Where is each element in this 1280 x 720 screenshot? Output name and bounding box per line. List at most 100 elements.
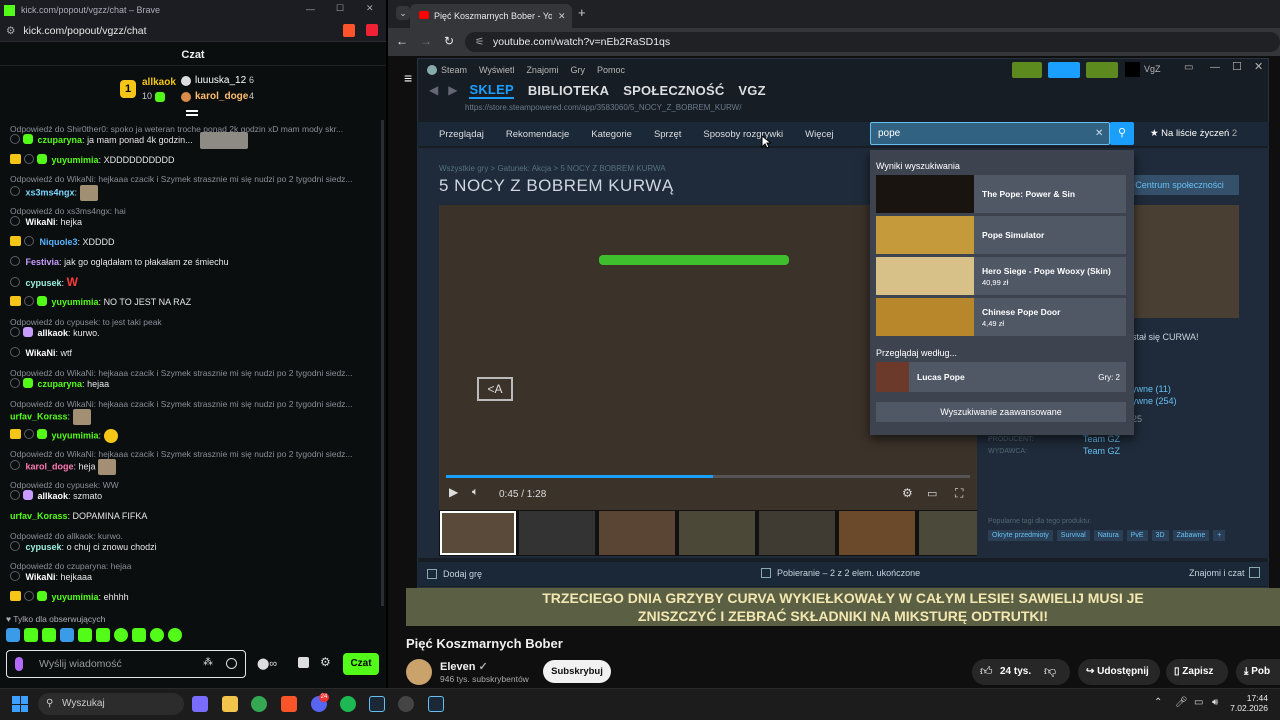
share-button[interactable]: ↪ Udostępnij (1078, 659, 1160, 685)
menu-steam[interactable]: Steam (441, 65, 467, 75)
steam-forward-icon[interactable]: ▶ (448, 83, 457, 97)
video-progress[interactable] (446, 475, 970, 478)
chat-username[interactable]: allkaok (38, 328, 69, 338)
thumbnail[interactable] (519, 511, 595, 555)
downloads-status[interactable]: Pobieranie – 2 z 2 elem. ukończone (777, 568, 920, 578)
thumbnail[interactable] (839, 511, 915, 555)
mic-icon[interactable] (15, 657, 23, 671)
leader-name-2[interactable]: luuuska_12 (195, 75, 246, 86)
emote-icon[interactable] (42, 628, 56, 642)
emote-icon[interactable] (168, 628, 182, 642)
channel-name[interactable]: Eleven ✓ (440, 660, 488, 673)
chat-username[interactable]: WikaNi (26, 348, 56, 358)
chat-username[interactable]: allkaok (38, 491, 69, 501)
emote-icon[interactable] (60, 628, 74, 642)
chat-send-button[interactable]: Czat (343, 653, 379, 675)
kick-address-bar[interactable]: ⚙ kick.com/popout/vgzz/chat (0, 20, 386, 42)
subscribe-button[interactable]: Subskrybuj (543, 660, 611, 683)
menu-friends[interactable]: Znajomi (526, 65, 558, 75)
tray-chevron-icon[interactable]: ⌃ (1154, 697, 1162, 708)
chat-input[interactable]: Wyślij wiadomość ⁂ (6, 650, 246, 678)
add-game-button[interactable]: Dodaj grę (443, 569, 482, 579)
menu-help[interactable]: Pomoc (597, 65, 625, 75)
emote-icon[interactable] (150, 628, 164, 642)
nav-categories[interactable]: Kategorie (591, 129, 632, 140)
chat-username[interactable]: karol_doge (26, 461, 74, 471)
obs-icon[interactable] (398, 696, 414, 712)
emote-icon[interactable] (132, 628, 146, 642)
collapse-icon[interactable] (186, 110, 198, 116)
store-search-input[interactable]: pope ✕ (870, 122, 1110, 145)
tab-library[interactable]: BIBLIOTEKA (528, 83, 609, 98)
add-game-icon[interactable] (427, 569, 437, 579)
menu-view[interactable]: Wyświetl (479, 65, 514, 75)
chat-scrollbar[interactable] (381, 120, 384, 606)
volume-icon[interactable]: 🔊︎ (1212, 697, 1218, 708)
clear-search-icon[interactable]: ✕ (1095, 123, 1103, 144)
browser-tab-youtube[interactable]: Pięć Koszmarnych Bober - YouTube ✕ (410, 4, 572, 28)
volume-icon[interactable]: 🔈︎ (472, 486, 479, 499)
chat-username[interactable]: yuyumimia (52, 592, 99, 602)
emote-icon[interactable] (6, 628, 20, 642)
chat-username[interactable]: urfav_Korass (10, 511, 68, 521)
spotify-icon[interactable] (340, 696, 356, 712)
nav-ways-to-play[interactable]: Sposoby rozgrywki (703, 129, 783, 140)
thumbnail[interactable] (919, 511, 977, 555)
dislike-icon[interactable]: 👎︎ (1044, 664, 1056, 679)
emote-icon[interactable] (78, 628, 92, 642)
chat-username[interactable]: yuyumimia (52, 155, 99, 165)
taskbar-search[interactable]: ⚲ Wyszukaj (38, 693, 184, 715)
avatar[interactable] (1125, 62, 1140, 77)
friends-chat-button[interactable]: Znajomi i czat (1189, 568, 1245, 578)
tag[interactable]: Okryte przedmioty (988, 530, 1053, 541)
nav-recommendations[interactable]: Rekomendacje (506, 129, 569, 140)
emote-icon[interactable] (114, 628, 128, 642)
search-result[interactable]: The Pope: Power & Sin (876, 175, 1126, 213)
tab-close-icon[interactable]: ✕ (558, 11, 566, 22)
site-info-icon[interactable]: ⚟ (475, 32, 484, 52)
save-button[interactable]: ▯ Zapisz (1166, 659, 1228, 685)
wishlist-link[interactable]: ★ Na liście życzeń 2 (1150, 128, 1237, 139)
close-icon[interactable]: ✕ (366, 3, 374, 14)
tag[interactable]: Survival (1056, 530, 1090, 541)
leader-name-1[interactable]: allkaok (142, 77, 176, 88)
steam-maximize-icon[interactable]: ☐ (1232, 60, 1242, 73)
like-icon[interactable]: 👍︎ (980, 664, 993, 679)
publisher-link[interactable]: Team GZ (1083, 446, 1120, 456)
emoji-icon[interactable] (226, 658, 237, 669)
recent-reviews[interactable]: ywne (11) (1132, 384, 1171, 394)
minimize-icon[interactable]: — (306, 4, 315, 14)
nav-hardware[interactable]: Sprzęt (654, 129, 681, 140)
thumbnail[interactable] (440, 511, 516, 555)
steam-close-icon[interactable]: ✕ (1254, 60, 1263, 73)
video-settings-icon[interactable]: ⚙ (902, 486, 913, 500)
leader-name-3[interactable]: karol_doge (195, 91, 248, 102)
chat-username[interactable]: WikaNi (26, 217, 56, 227)
chat-username[interactable]: xs3ms4ngx (26, 187, 75, 197)
thumbnail[interactable] (759, 511, 835, 555)
channel-avatar[interactable] (406, 659, 432, 685)
search-result[interactable]: Pope Simulator (876, 216, 1126, 254)
steam-minimize-icon[interactable]: — (1210, 62, 1220, 73)
chat-username[interactable]: yuyumimia (52, 430, 99, 440)
search-result[interactable]: Hero Siege - Pope Wooxy (Skin) 40,99 zł (876, 257, 1126, 295)
maximize-icon[interactable]: ☐ (336, 3, 344, 14)
settings-icon[interactable]: ⚙ (320, 655, 331, 669)
user-menu[interactable]: VgZ (1144, 64, 1161, 74)
tag[interactable]: Natura (1093, 530, 1123, 541)
like-count[interactable]: 24 tys. (1000, 666, 1031, 677)
announcements-icon[interactable] (1048, 62, 1080, 78)
tab-list-icon[interactable]: ⌄ (396, 6, 410, 20)
download-button[interactable]: ⤓ Pob (1236, 659, 1280, 685)
url-field[interactable]: ⚟ youtube.com/watch?v=nEb2RaSD1qs (465, 32, 1280, 52)
friends-activity-icon[interactable] (1012, 62, 1042, 78)
network-icon[interactable]: ▭ (1194, 697, 1203, 708)
tag[interactable]: Zabawne (1172, 530, 1210, 541)
steam-active-icon[interactable] (428, 696, 444, 712)
chat-username[interactable]: cypusek (26, 542, 62, 552)
chat-username[interactable]: WikaNi (26, 572, 56, 582)
steam-back-icon[interactable]: ◀ (429, 83, 438, 97)
menu-games[interactable]: Gry (570, 65, 585, 75)
emote-icon[interactable] (24, 628, 38, 642)
tab-community[interactable]: SPOŁECZNOŚĆ (623, 83, 724, 98)
